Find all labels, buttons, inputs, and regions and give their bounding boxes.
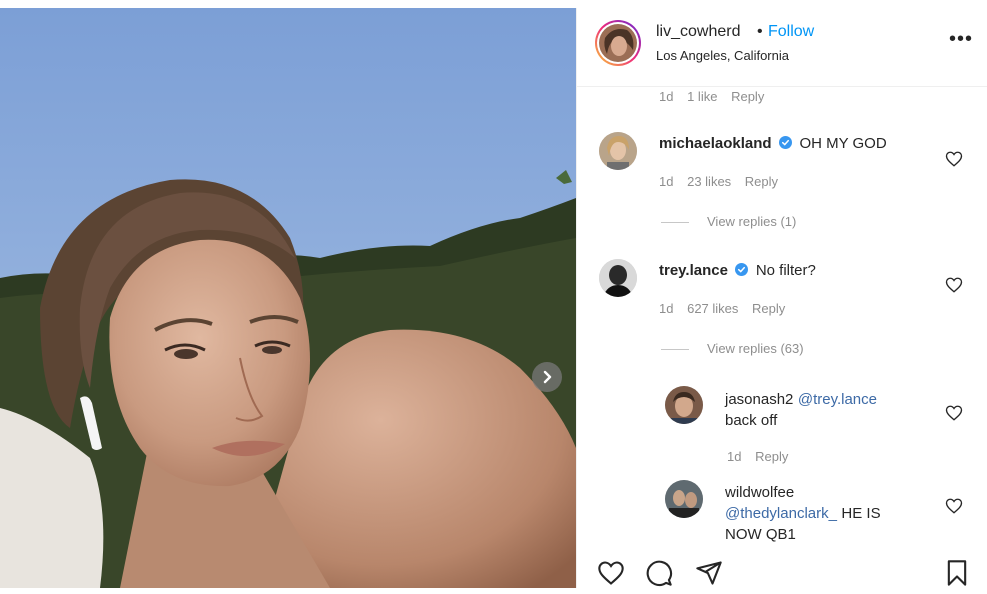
comment-time: 1d xyxy=(659,89,674,104)
commenter-avatar-image xyxy=(599,132,637,170)
comment-text: NOW QB1 xyxy=(725,526,796,543)
avatar[interactable] xyxy=(665,386,703,424)
separator-dot: • xyxy=(757,23,763,40)
view-replies-button[interactable]: View replies (63) xyxy=(661,341,804,356)
reply-body: jasonash2 @trey.lance back off xyxy=(725,389,955,431)
reply-button[interactable]: Reply xyxy=(752,301,785,316)
comment-time: 1d xyxy=(659,174,674,189)
comment-username[interactable]: trey.lance xyxy=(659,262,728,279)
mention-link[interactable]: @trey.lance xyxy=(798,391,877,408)
comment-username[interactable]: michaelaokland xyxy=(659,135,772,152)
comment-text: HE IS xyxy=(841,505,881,522)
comment-username[interactable]: wildwolfee xyxy=(725,484,794,501)
commenter-avatar-image xyxy=(665,480,703,518)
post-side-panel: liv_cowherd • Follow Los Angeles, Califo… xyxy=(576,8,987,588)
verified-badge-icon xyxy=(779,136,792,150)
follow-button[interactable]: Follow xyxy=(768,23,814,41)
view-replies-line xyxy=(661,349,689,351)
like-comment-heart-icon[interactable] xyxy=(945,404,963,422)
chevron-right-icon xyxy=(543,370,552,384)
comment-meta: 1d 627 likes Reply xyxy=(659,301,795,316)
post-photo[interactable] xyxy=(0,8,576,588)
comment-likes[interactable]: 627 likes xyxy=(687,301,738,316)
comment-text: No filter? xyxy=(755,262,816,279)
selfie-image xyxy=(0,8,576,588)
reply-button[interactable]: Reply xyxy=(745,174,778,189)
post-location[interactable]: Los Angeles, California xyxy=(656,48,789,63)
author-username[interactable]: liv_cowherd xyxy=(656,23,740,41)
like-heart-icon[interactable] xyxy=(597,559,625,587)
comment-likes[interactable]: 23 likes xyxy=(687,174,731,189)
comment-username[interactable]: jasonash2 xyxy=(725,391,793,408)
comment-time: 1d xyxy=(659,301,674,316)
like-comment-heart-icon[interactable] xyxy=(945,276,963,294)
reply-body: wildwolfee @thedylanclark_ HE IS NOW QB1 xyxy=(725,482,945,545)
comment-meta: 1d 23 likes Reply xyxy=(659,174,788,189)
commenter-avatar-image xyxy=(599,259,637,297)
mention-link[interactable]: @thedylanclark_ xyxy=(725,505,837,522)
share-send-icon[interactable] xyxy=(695,559,723,587)
view-replies-label: View replies (1) xyxy=(707,214,797,229)
view-replies-line xyxy=(661,222,689,224)
post-header: liv_cowherd • Follow Los Angeles, Califo… xyxy=(577,8,987,87)
comments-list[interactable]: 1d 1 like Reply michaelaokland OH MY GOD xyxy=(577,87,987,549)
comment-meta: 1d Reply xyxy=(727,449,798,464)
author-avatar[interactable] xyxy=(595,20,641,66)
comment-body: trey.lance No filter? xyxy=(659,262,816,280)
comment-likes[interactable]: 1 like xyxy=(687,89,717,104)
view-replies-button[interactable]: View replies (1) xyxy=(661,214,796,229)
avatar[interactable] xyxy=(599,259,637,297)
comment-text: OH MY GOD xyxy=(799,135,887,152)
reply-button[interactable]: Reply xyxy=(755,449,788,464)
avatar[interactable] xyxy=(599,132,637,170)
post-actions-bar xyxy=(577,553,987,588)
more-options-icon[interactable]: ••• xyxy=(949,28,973,51)
comment-time: 1d xyxy=(727,449,742,464)
view-replies-label: View replies (63) xyxy=(707,341,804,356)
like-comment-heart-icon[interactable] xyxy=(945,497,963,515)
commenter-avatar-image xyxy=(665,386,703,424)
comment-text: back off xyxy=(725,412,778,429)
comment-meta: 1d 1 like Reply xyxy=(659,89,774,104)
comment-body: michaelaokland OH MY GOD xyxy=(659,135,887,153)
like-comment-heart-icon[interactable] xyxy=(945,150,963,168)
next-photo-button[interactable] xyxy=(532,362,562,392)
comment-bubble-icon[interactable] xyxy=(645,559,673,587)
save-bookmark-icon[interactable] xyxy=(943,559,971,587)
verified-badge-icon xyxy=(735,263,749,277)
reply-button[interactable]: Reply xyxy=(731,89,764,104)
author-avatar-image xyxy=(599,24,637,62)
avatar[interactable] xyxy=(665,480,703,518)
